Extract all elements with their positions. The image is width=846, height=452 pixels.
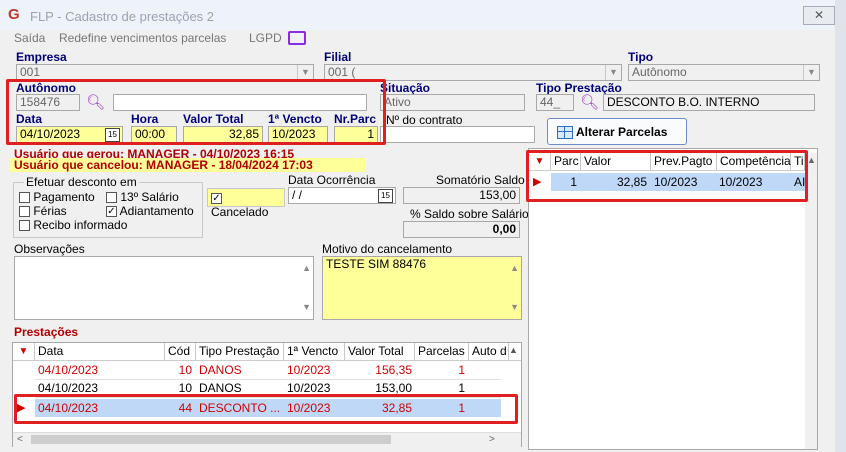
cancelado-checkbox[interactable]: ✓ Cancelado bbox=[207, 188, 285, 219]
table-row[interactable]: 04/10/2023 10 DANOS 10/2023 156,35 1 bbox=[35, 362, 501, 380]
decimo-checkbox[interactable]: 13º Salário bbox=[106, 190, 179, 204]
chevron-down-icon[interactable]: ▼ bbox=[605, 65, 621, 80]
saldo-pct-input: 0,00 bbox=[403, 221, 520, 238]
menu-lgpd[interactable]: LGPD bbox=[249, 31, 282, 45]
chevron-up-icon[interactable]: ▲ bbox=[807, 155, 816, 165]
chevron-up-icon[interactable]: ▲ bbox=[302, 261, 311, 276]
data-ocorrencia-input[interactable]: / /15 bbox=[288, 187, 396, 204]
motivo-label: Motivo do cancelamento bbox=[322, 242, 453, 256]
col-tipo-prestacao[interactable]: Tipo Prestação bbox=[196, 343, 284, 360]
col-vencto[interactable]: 1ª Vencto bbox=[284, 343, 345, 360]
alterar-parcelas-button[interactable]: Alterar Parcelas bbox=[547, 118, 687, 145]
tipo-prestacao-label: Tipo Prestação bbox=[536, 81, 622, 95]
tipo-select[interactable]: Autônomo ▼ bbox=[628, 64, 820, 81]
highlight-box bbox=[6, 79, 386, 145]
monitor-icon[interactable] bbox=[288, 31, 306, 45]
observacoes-textarea[interactable]: ▲ ▼ bbox=[14, 256, 314, 320]
menu-redefine-vencimentos[interactable]: Redefine vencimentos parcelas bbox=[59, 31, 226, 45]
contrato-input[interactable] bbox=[380, 126, 535, 143]
filial-label: Filial bbox=[324, 50, 352, 64]
tipo-prestacao-code-input[interactable]: 44_ bbox=[536, 94, 574, 111]
somatorio-label: Somatório Saldo bbox=[436, 173, 525, 187]
table-icon bbox=[557, 126, 573, 139]
tipo-label: Tipo bbox=[628, 50, 654, 64]
highlight-box bbox=[14, 394, 518, 424]
empresa-label: Empresa bbox=[16, 50, 67, 64]
pagamento-checkbox[interactable]: Pagamento bbox=[19, 190, 95, 204]
saldo-pct-label: % Saldo sobre Salário bbox=[410, 207, 529, 221]
chevron-left-icon[interactable]: < bbox=[17, 434, 23, 445]
chevron-right-icon[interactable]: > bbox=[489, 434, 495, 445]
scrollbar-thumb[interactable] bbox=[31, 435, 391, 444]
recibo-checkbox[interactable]: Recibo informado bbox=[19, 218, 127, 232]
chevron-down-icon[interactable]: ▼ bbox=[803, 65, 819, 80]
tipo-prestacao-input: DESCONTO B.O. INTERNO bbox=[603, 94, 815, 111]
menu-saida[interactable]: Saída bbox=[14, 31, 45, 45]
observacoes-label: Observações bbox=[14, 242, 85, 256]
ferias-checkbox[interactable]: Férias bbox=[19, 204, 67, 218]
prestacoes-label: Prestações bbox=[14, 325, 79, 339]
chevron-down-icon[interactable]: ▼ bbox=[297, 65, 313, 80]
adiantamento-checkbox[interactable]: ✓ Adiantamento bbox=[106, 204, 194, 218]
search-icon[interactable]: 🔍︎ bbox=[580, 93, 599, 111]
somatorio-input: 153,00 bbox=[403, 187, 520, 204]
calendar-icon[interactable]: 15 bbox=[378, 189, 393, 203]
situacao-label: Situação bbox=[380, 81, 431, 95]
chevron-down-icon[interactable]: ▼ bbox=[302, 300, 311, 315]
chevron-down-icon[interactable]: ▼ bbox=[510, 300, 519, 315]
motivo-textarea[interactable]: TESTE SIM 88476 ▲ ▼ bbox=[322, 256, 522, 320]
window-edge bbox=[835, 0, 846, 452]
chevron-up-icon[interactable]: ▲ bbox=[509, 345, 518, 355]
col-valor-total[interactable]: Valor Total bbox=[345, 343, 415, 360]
col-cod[interactable]: Cód bbox=[165, 343, 196, 360]
chevron-up-icon[interactable]: ▲ bbox=[510, 261, 519, 276]
col-parcelas[interactable]: Parcelas bbox=[415, 343, 469, 360]
window-title: FLP - Cadastro de prestações 2 bbox=[30, 9, 215, 24]
app-logo-icon: G bbox=[8, 6, 20, 23]
col-auto[interactable]: Auto d bbox=[469, 343, 509, 360]
sort-arrow-icon[interactable]: ▼ bbox=[13, 343, 35, 360]
prestacoes-grid-header: ▼ Data Cód Tipo Prestação 1ª Vencto Valo… bbox=[13, 343, 521, 361]
data-ocorrencia-label: Data Ocorrência bbox=[288, 173, 376, 187]
close-button[interactable]: ✕ bbox=[803, 6, 835, 25]
col-data[interactable]: Data bbox=[35, 343, 165, 360]
usuario-cancelou-text: Usuário que cancelou: MANAGER - 18/04/20… bbox=[14, 158, 313, 172]
desconto-group-title: Efetuar desconto em bbox=[24, 175, 139, 189]
horizontal-scrollbar[interactable]: < > bbox=[13, 432, 521, 447]
side-panel bbox=[820, 85, 832, 445]
highlight-box bbox=[526, 150, 808, 202]
situacao-input: Ativo bbox=[380, 94, 525, 111]
contrato-label: Nº do contrato bbox=[386, 113, 463, 127]
